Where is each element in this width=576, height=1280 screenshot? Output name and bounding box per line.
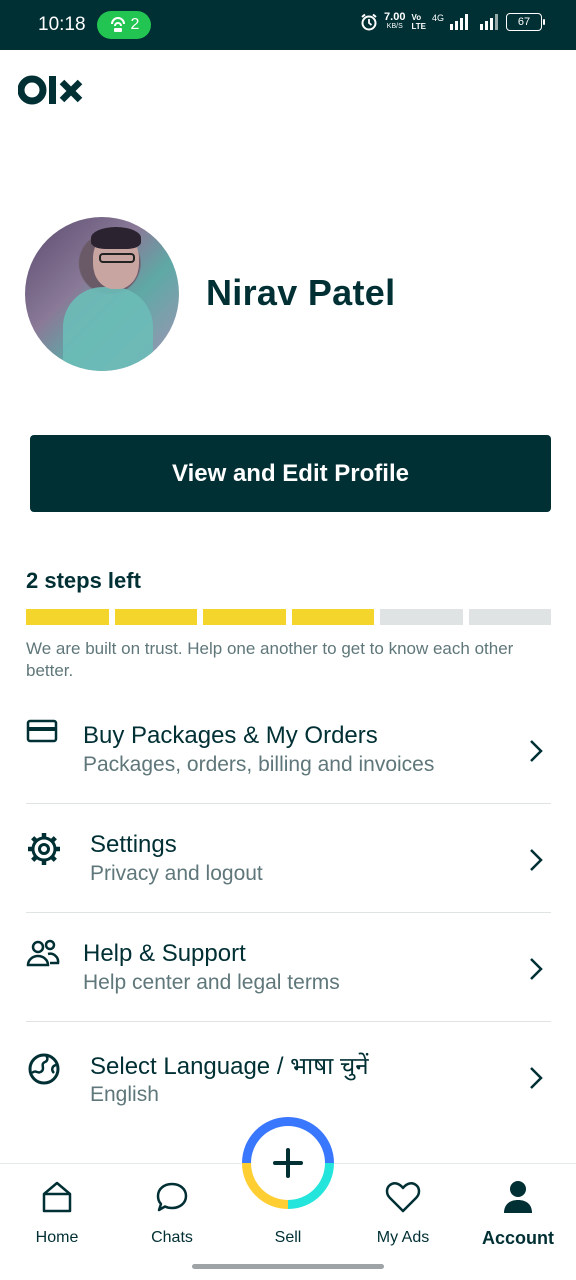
chevron-right-icon [530, 740, 543, 762]
people-icon [26, 939, 60, 967]
net-speed-value: 7.00 [384, 11, 406, 23]
chat-icon [156, 1182, 188, 1212]
user-name: Nirav Patel [206, 272, 396, 313]
hotspot-icon [110, 17, 125, 32]
progress-segment-pending [380, 609, 463, 625]
volte-top: Vo [411, 13, 422, 22]
avatar[interactable] [25, 217, 179, 371]
nav-account[interactable]: Account [468, 1164, 568, 1258]
nav-chats[interactable]: Chats [122, 1164, 222, 1258]
chevron-right-icon [530, 849, 543, 871]
divider [26, 803, 551, 804]
progress-segment-complete [114, 609, 197, 625]
nav-my-ads-label: My Ads [376, 1229, 430, 1246]
steps-left-title: 2 steps left [26, 568, 141, 593]
progress-segment-complete [26, 609, 109, 625]
menu-item-buy-packages[interactable]: Buy Packages & My Orders Packages, order… [0, 704, 576, 813]
battery-level: 67 [517, 16, 531, 28]
menu-item-title: Select Language / भाषा चुनें [90, 1053, 369, 1080]
menu-item-subtitle: Packages, orders, billing and invoices [83, 753, 435, 776]
chevron-right-icon [530, 1067, 543, 1089]
nav-my-ads[interactable]: My Ads [353, 1164, 453, 1258]
plus-icon [273, 1148, 303, 1178]
chevron-right-icon [530, 958, 543, 980]
nav-home[interactable]: Home [7, 1164, 107, 1258]
status-icons: 7.00 KB/S Vo LTE 4G 67 [360, 12, 545, 32]
heart-icon [385, 1182, 421, 1213]
signal-2-icon [480, 14, 498, 30]
nav-account-label: Account [482, 1228, 554, 1248]
progress-segment-complete [291, 609, 374, 625]
signal-icon [450, 14, 468, 30]
menu-item-help-support[interactable]: Help & Support Help center and legal ter… [0, 922, 576, 1031]
status-time: 10:18 [38, 14, 86, 35]
nav-chats-label: Chats [151, 1229, 193, 1246]
account-icon [504, 1181, 532, 1213]
progress-segment-pending [468, 609, 551, 625]
menu-item-title: Help & Support [83, 940, 246, 967]
menu-item-settings[interactable]: Settings Privacy and logout [0, 813, 576, 922]
gear-icon [28, 833, 60, 865]
menu-item-title: Buy Packages & My Orders [83, 722, 378, 749]
card-icon [26, 719, 58, 743]
net-speed-unit: KB/S [386, 23, 403, 30]
volte-bottom: LTE [411, 22, 426, 31]
menu-item-subtitle: English [90, 1083, 159, 1106]
menu-item-title: Settings [90, 831, 177, 858]
alarm-icon [361, 13, 377, 31]
status-bar: 10:18 2 7.00 KB/S Vo LTE 4G 67 [0, 0, 576, 50]
view-edit-profile-button[interactable]: View and Edit Profile [30, 435, 551, 512]
network-type: 4G [431, 13, 444, 23]
divider [26, 1021, 551, 1022]
battery-icon: 67 [506, 13, 545, 31]
divider [26, 912, 551, 913]
progress-segment-complete [203, 609, 286, 625]
sell-button[interactable] [242, 1117, 334, 1209]
volte-indicator: Vo LTE [411, 13, 426, 31]
home-indicator[interactable] [192, 1264, 384, 1269]
nav-sell-label: Sell [274, 1229, 302, 1246]
nav-home-label: Home [35, 1229, 79, 1246]
olx-logo [17, 72, 88, 113]
menu-item-subtitle: Privacy and logout [90, 862, 263, 885]
home-icon [42, 1181, 72, 1213]
globe-icon [28, 1053, 60, 1085]
menu-item-subtitle: Help center and legal terms [83, 971, 340, 994]
profile-progress-bar [26, 609, 551, 625]
net-speed: 7.00 KB/S [384, 12, 405, 32]
trust-description: We are built on trust. Help one another … [26, 639, 514, 680]
hotspot-indicator: 2 [97, 11, 151, 39]
hotspot-count: 2 [130, 16, 140, 33]
